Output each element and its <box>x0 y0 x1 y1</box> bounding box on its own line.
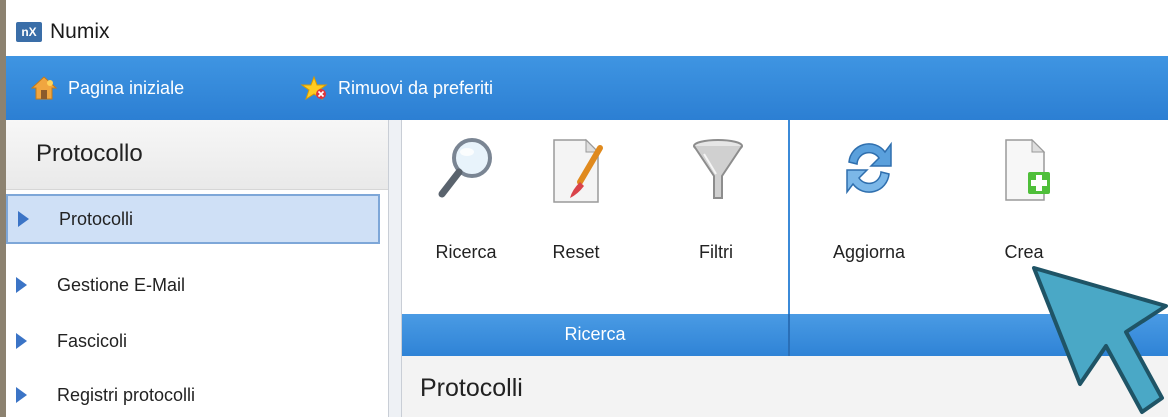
page-title: Protocolli <box>420 374 523 402</box>
funnel-icon <box>693 139 743 199</box>
home-nav-label: Pagina iniziale <box>68 77 185 98</box>
crea-button[interactable]: Crea <box>984 120 1064 314</box>
sidebar-splitter[interactable] <box>388 120 402 417</box>
app-title: Numix <box>50 20 110 43</box>
sidebar-item-label: Registri protocolli <box>57 384 196 405</box>
house-icon <box>30 76 58 100</box>
eraser-brush-icon <box>553 138 603 203</box>
sidebar-item-label: Protocolli <box>59 208 134 229</box>
sidebar-item-registri-protocolli[interactable]: Registri protocolli <box>6 370 380 420</box>
sidebar-header: Protocollo <box>6 120 388 190</box>
refresh-icon <box>846 141 892 195</box>
expand-arrow-icon <box>16 387 27 403</box>
navigation-bar: Pagina iniziale Rimuovi da preferiti <box>6 56 1168 120</box>
star-remove-icon <box>300 75 328 101</box>
aggiorna-label: Aggiorna <box>832 242 906 262</box>
ribbon-group-label: Ricerca <box>564 324 626 344</box>
ricerca-button[interactable]: Ricerca <box>416 120 516 314</box>
expand-arrow-icon <box>16 277 27 293</box>
magnifier-icon <box>438 138 492 198</box>
ricerca-label: Ricerca <box>435 242 497 262</box>
remove-favorite-button[interactable]: Rimuovi da preferiti <box>300 56 493 120</box>
sidebar: Protocollo Protocolli Gestione E-Mail Fa… <box>6 120 388 417</box>
sidebar-item-fascicoli[interactable]: Fascicoli <box>6 316 380 366</box>
content-area: Protocolli <box>402 356 1168 417</box>
sidebar-item-gestione-email[interactable]: Gestione E-Mail <box>6 260 380 310</box>
ribbon-toolbar: Ricerca Reset Filtri Aggiorna Crea <box>402 120 1168 355</box>
expand-arrow-icon <box>18 211 29 227</box>
sidebar-item-label: Gestione E-Mail <box>57 274 186 295</box>
crea-label: Crea <box>1004 242 1044 262</box>
new-document-icon <box>1005 138 1050 201</box>
home-nav-button[interactable]: Pagina iniziale <box>30 56 184 120</box>
sidebar-title: Protocollo <box>36 140 143 167</box>
remove-favorite-label: Rimuovi da preferiti <box>338 77 494 98</box>
sidebar-item-label: Fascicoli <box>57 330 128 351</box>
app-logo: nX <box>16 22 42 42</box>
group-bar-separator <box>788 314 790 356</box>
filtri-button[interactable]: Filtri <box>676 120 756 314</box>
sidebar-item-protocolli[interactable]: Protocolli <box>6 194 380 244</box>
reset-label: Reset <box>552 242 600 262</box>
title-bar: nX Numix <box>6 0 1168 56</box>
expand-arrow-icon <box>16 333 27 349</box>
aggiorna-button[interactable]: Aggiorna <box>814 120 924 314</box>
ribbon-group-bar: Ricerca <box>402 314 1168 356</box>
reset-button[interactable]: Reset <box>536 120 616 314</box>
filtri-label: Filtri <box>699 242 733 262</box>
